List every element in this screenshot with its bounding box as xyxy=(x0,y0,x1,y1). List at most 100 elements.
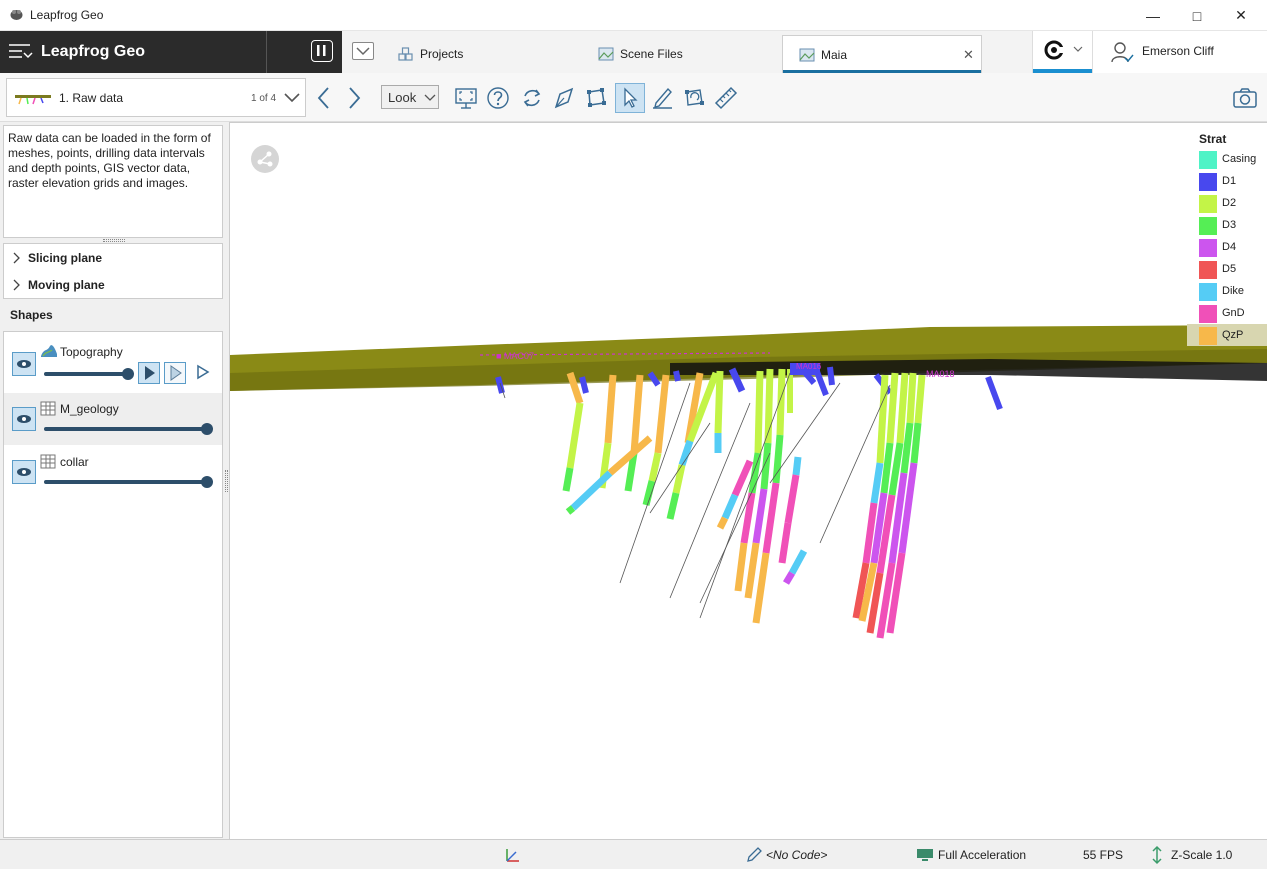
scene-image-icon xyxy=(598,47,614,61)
legend-item-d3[interactable]: D3 xyxy=(1187,214,1267,236)
raw-data-thumbnail-icon xyxy=(15,95,51,105)
code-status[interactable]: <No Code> xyxy=(766,848,827,862)
brand-name: Leapfrog Geo xyxy=(41,43,146,60)
pause-area xyxy=(266,31,342,73)
step-name: 1. Raw data xyxy=(59,91,124,105)
panel-resize-handle[interactable] xyxy=(225,470,228,492)
measure-button[interactable] xyxy=(711,83,741,113)
pause-button[interactable] xyxy=(311,40,333,62)
opacity-slider[interactable] xyxy=(44,480,210,484)
axes-icon[interactable] xyxy=(504,846,522,864)
next-step-button[interactable] xyxy=(339,83,369,113)
zoom-fit-icon xyxy=(455,88,477,109)
pencil-icon[interactable] xyxy=(745,846,763,864)
description-resize-handle[interactable] xyxy=(103,239,125,242)
status-bar: <No Code> Full Acceleration 55 FPS Z-Sca… xyxy=(0,839,1267,869)
visibility-toggle[interactable] xyxy=(12,460,36,484)
app-header: Leapfrog Geo Projects Scene Files Maia ✕… xyxy=(0,31,1267,73)
render-outline-button[interactable] xyxy=(192,362,214,384)
legend-label: D4 xyxy=(1222,241,1237,253)
legend-swatch xyxy=(1199,195,1217,213)
look-label: Look xyxy=(388,90,417,105)
tab-list-dropdown[interactable] xyxy=(352,42,374,60)
opacity-slider[interactable] xyxy=(44,372,132,376)
legend-item-casing[interactable]: Casing xyxy=(1187,148,1267,170)
rotate-polyline-button[interactable] xyxy=(679,83,709,113)
close-window-button[interactable]: ✕ xyxy=(1219,0,1263,31)
tab-projects[interactable]: Projects xyxy=(398,35,578,73)
legend-item-d4[interactable]: D4 xyxy=(1187,236,1267,258)
look-dropdown[interactable]: Look xyxy=(381,85,439,109)
fps-status: 55 FPS xyxy=(1083,848,1124,862)
legend-item-d1[interactable]: D1 xyxy=(1187,170,1267,192)
legend-label: Dike xyxy=(1222,285,1245,297)
slicing-plane-item[interactable]: Slicing plane xyxy=(4,244,222,271)
shape-topography[interactable]: Topography xyxy=(4,336,222,388)
legend-label: D5 xyxy=(1222,263,1237,275)
user-icon xyxy=(1111,42,1134,63)
camera-icon xyxy=(1233,88,1257,108)
pause-icon xyxy=(317,45,326,56)
scene-viewport[interactable]: ■ MAC07 MA018 MA016 Strat Casing D1 D2 D… xyxy=(229,122,1267,839)
menu-icon[interactable] xyxy=(8,40,34,64)
opacity-slider[interactable] xyxy=(44,427,210,431)
slicing-plane-label: Slicing plane xyxy=(28,251,103,265)
rotate-button[interactable] xyxy=(517,83,547,113)
minimize-button[interactable]: — xyxy=(1131,0,1175,31)
monitor-icon xyxy=(917,849,933,861)
close-tab-icon[interactable]: ✕ xyxy=(963,47,974,63)
edit-polyline-button[interactable] xyxy=(581,83,611,113)
opacity-slider-handle[interactable] xyxy=(201,476,213,488)
moving-plane-item[interactable]: Moving plane xyxy=(4,271,222,298)
opacity-slider-handle[interactable] xyxy=(201,423,213,435)
planes-list: Slicing plane Moving plane xyxy=(3,243,223,299)
shapes-list: Topography M_geology collar xyxy=(3,331,223,838)
render-solid-button[interactable] xyxy=(138,362,160,384)
select-button[interactable] xyxy=(615,83,645,113)
cursor-arrow-icon xyxy=(624,87,638,108)
legend-label: GnD xyxy=(1222,307,1245,319)
render-transparent-button[interactable] xyxy=(164,362,186,384)
polyline-rotate-icon xyxy=(685,89,704,106)
tab-maia[interactable]: Maia ✕ xyxy=(782,35,982,73)
screenshot-button[interactable] xyxy=(1230,83,1260,113)
opacity-slider-handle[interactable] xyxy=(122,368,134,380)
window-titlebar: Leapfrog Geo — □ ✕ xyxy=(0,0,1267,31)
pen-line-icon xyxy=(653,87,672,109)
tab-maia-label: Maia xyxy=(821,47,848,62)
draw-line-button[interactable] xyxy=(647,83,677,113)
question-icon xyxy=(487,87,509,109)
legend-item-d5[interactable]: D5 xyxy=(1187,258,1267,280)
window-title: Leapfrog Geo xyxy=(30,8,104,22)
scene-3d-render: ■ MAC07 MA018 MA016 xyxy=(230,325,1267,639)
legend-item-qzp[interactable]: QzP xyxy=(1187,324,1267,346)
polyline-edit-icon xyxy=(587,88,606,107)
zoom-fit-button[interactable] xyxy=(451,83,481,113)
user-name: Emerson Cliff xyxy=(1142,44,1214,58)
draw-plane-button[interactable] xyxy=(549,83,579,113)
moving-plane-label: Moving plane xyxy=(28,278,105,292)
scene-image-icon xyxy=(799,48,815,61)
shape-name: Topography xyxy=(60,345,123,359)
visibility-toggle[interactable] xyxy=(12,407,36,431)
z-scale-status[interactable]: Z-Scale 1.0 xyxy=(1171,848,1232,862)
z-scale-icon[interactable] xyxy=(1150,845,1164,865)
play-outline-icon xyxy=(197,364,210,380)
legend-item-d2[interactable]: D2 xyxy=(1187,192,1267,214)
visibility-toggle[interactable] xyxy=(12,352,36,376)
maximize-button[interactable]: □ xyxy=(1175,0,1219,31)
shape-m-geology[interactable]: M_geology xyxy=(4,393,222,445)
legend-item-gnd[interactable]: GnD xyxy=(1187,302,1267,324)
help-button[interactable] xyxy=(483,83,513,113)
svg-text:■ MAC07: ■ MAC07 xyxy=(496,351,534,361)
leapfrog-app-icon xyxy=(10,10,23,20)
story-step-selector[interactable]: 1. Raw data 1 of 4 xyxy=(6,78,306,117)
central-connection-button[interactable] xyxy=(1032,31,1092,73)
left-panel: Raw data can be loaded in the form of me… xyxy=(0,122,229,839)
tab-scene-files[interactable]: Scene Files xyxy=(598,35,778,73)
legend-item-dike[interactable]: Dike xyxy=(1187,280,1267,302)
legend-label: Casing xyxy=(1222,153,1257,165)
user-account-button[interactable]: Emerson Cliff xyxy=(1092,31,1267,73)
shape-collar[interactable]: collar xyxy=(4,446,222,498)
previous-step-button[interactable] xyxy=(309,83,339,113)
